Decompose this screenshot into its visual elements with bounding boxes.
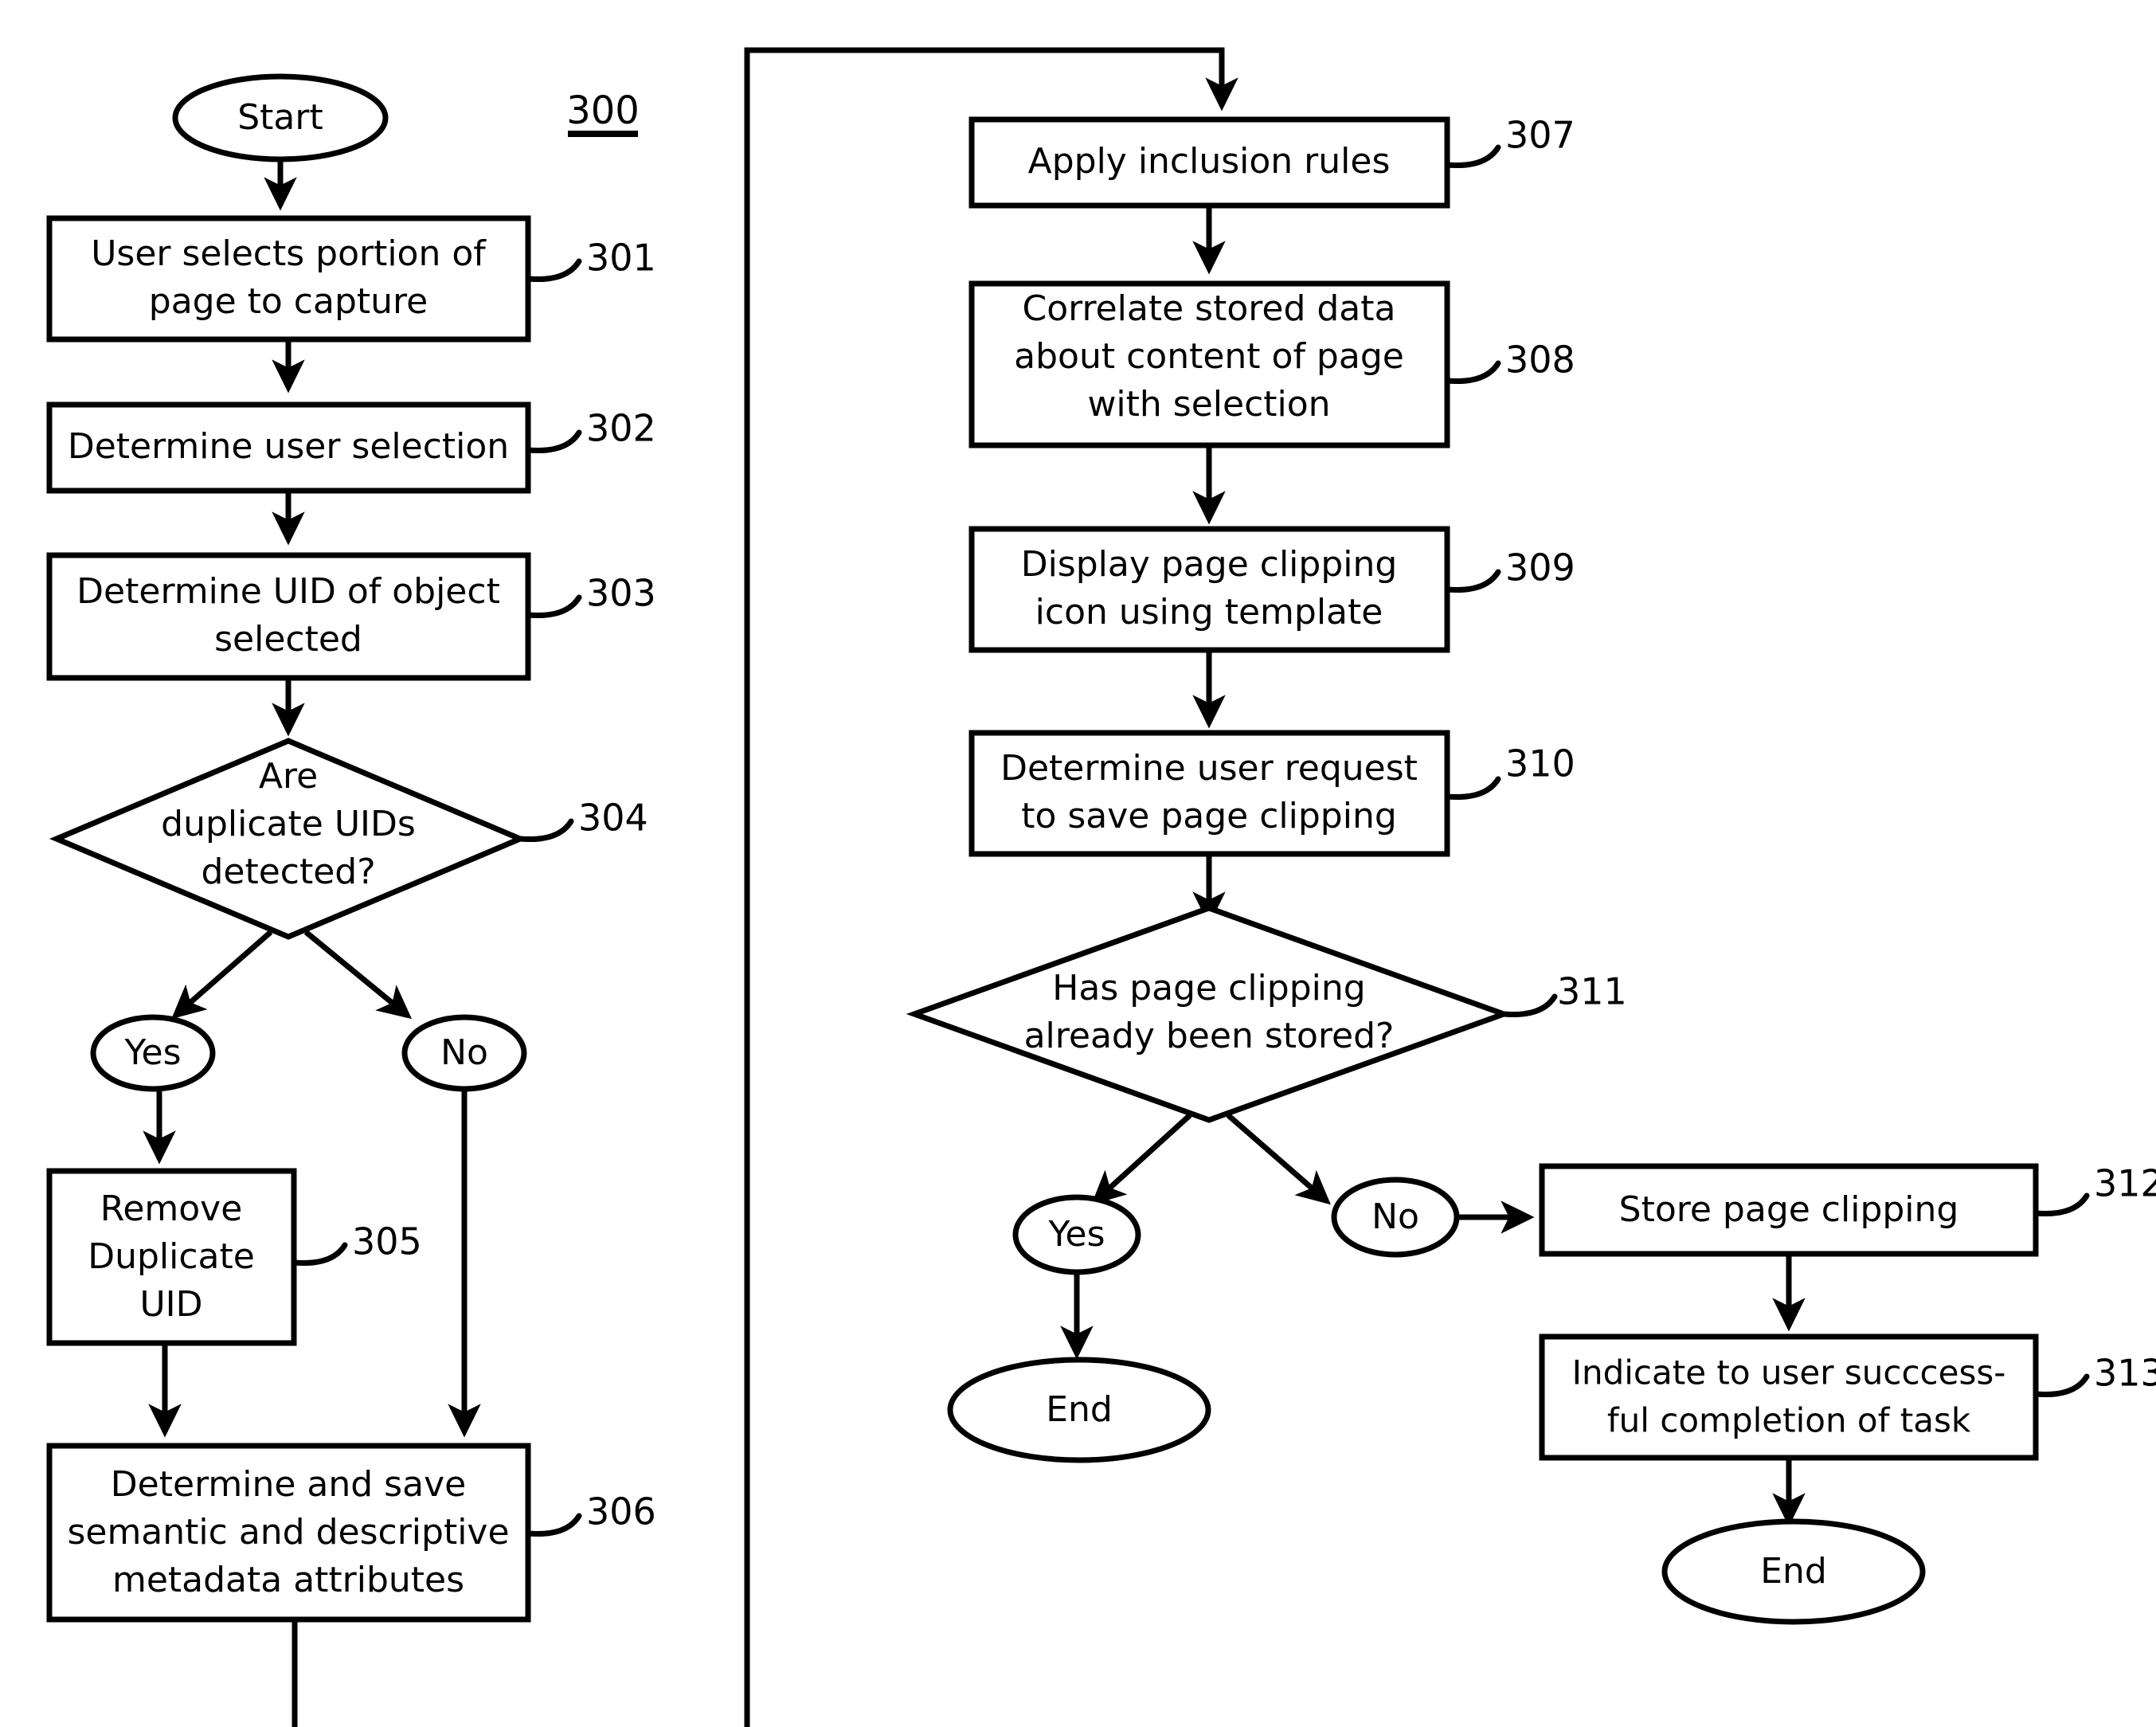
node-308-line-2: about content of page — [1014, 336, 1404, 377]
leader-305 — [291, 1242, 348, 1267]
ref-label-312: 312 — [2094, 1162, 2156, 1205]
leader-308 — [1444, 360, 1501, 385]
node-306-line-1: Determine and save — [111, 1464, 466, 1505]
leader-303 — [525, 594, 582, 619]
node-307: Apply inclusion rules — [968, 116, 1450, 209]
edge-311-to-no — [1226, 1113, 1331, 1205]
node-303: Determine UID of object selected — [46, 552, 531, 681]
node-307-line-1: Apply inclusion rules — [1028, 141, 1391, 182]
ref-label-310: 310 — [1505, 742, 1575, 785]
flowchart-canvas: Start User selects portion of page to ca… — [46, 47, 2156, 1727]
node-304: Are duplicate UIDs detected? — [49, 738, 527, 940]
node-310-line-1: Determine user request — [1000, 748, 1418, 789]
node-301-line-1: User selects portion of — [91, 233, 487, 274]
leader-313 — [2033, 1373, 2090, 1398]
node-305-line-2: Duplicate — [88, 1236, 255, 1277]
node-305-line-1: Remove — [100, 1189, 243, 1229]
leader-310 — [1444, 776, 1501, 801]
leader-312 — [2033, 1192, 2090, 1217]
leader-311 — [1501, 993, 1558, 1018]
node-301: User selects portion of page to capture — [46, 215, 531, 343]
edge-311-to-yes — [1091, 1113, 1192, 1205]
node-304-yes: Yes — [90, 1014, 216, 1092]
node-308-line-1: Correlate stored data — [1023, 288, 1396, 329]
node-end-right-label: End — [1760, 1551, 1827, 1592]
node-end-right: End — [1661, 1518, 1926, 1625]
leader-301 — [525, 258, 582, 283]
node-306: Determine and save semantic and descript… — [46, 1443, 531, 1623]
ref-label-311: 311 — [1557, 970, 1627, 1013]
node-311-no-label: No — [1371, 1196, 1419, 1237]
ref-label-306: 306 — [586, 1490, 656, 1533]
ref-label-307: 307 — [1505, 114, 1575, 157]
node-304-no-label: No — [440, 1032, 488, 1073]
node-313-line-1: Indicate to user succcess- — [1572, 1353, 2006, 1392]
node-312: Store page clipping — [1539, 1163, 2039, 1257]
node-304-line-3: detected? — [201, 852, 375, 892]
node-end-left-label: End — [1046, 1389, 1113, 1430]
node-311-yes: Yes — [1012, 1194, 1141, 1275]
ref-label-313: 313 — [2094, 1352, 2156, 1395]
node-311-line-1: Has page clipping — [1052, 968, 1365, 1008]
ref-label-301: 301 — [586, 237, 656, 280]
leader-309 — [1444, 569, 1501, 593]
node-311-line-2: already been stored? — [1024, 1016, 1395, 1056]
figure-number: 300 — [566, 88, 640, 137]
node-308: Correlate stored data about content of p… — [968, 280, 1450, 448]
node-304-yes-label: Yes — [123, 1032, 181, 1073]
node-313: Indicate to user succcess- ful completio… — [1539, 1333, 2039, 1461]
node-312-line-1: Store page clipping — [1619, 1189, 1959, 1230]
node-305-line-3: UID — [139, 1284, 202, 1325]
leader-304 — [517, 818, 574, 843]
ref-label-302: 302 — [586, 407, 656, 450]
node-304-no: No — [401, 1014, 527, 1092]
node-302-line-1: Determine user selection — [68, 426, 509, 467]
figure-number-text: 300 — [566, 88, 640, 133]
node-310: Determine user request to save page clip… — [968, 730, 1450, 857]
node-309-line-2: icon using template — [1035, 592, 1383, 632]
ref-label-303: 303 — [586, 572, 656, 615]
node-309-line-1: Display page clipping — [1021, 544, 1398, 585]
edge-304-to-no — [303, 930, 413, 1020]
edge-304-to-yes — [171, 930, 273, 1020]
node-304-line-2: duplicate UIDs — [161, 804, 416, 844]
node-start-label: Start — [237, 97, 323, 138]
node-311-yes-label: Yes — [1047, 1214, 1105, 1255]
node-302: Determine user selection — [46, 401, 531, 494]
node-313-line-2: ful completion of task — [1607, 1401, 1971, 1440]
node-306-line-3: metadata attributes — [112, 1560, 464, 1600]
node-303-line-2: selected — [214, 619, 362, 660]
node-end-left: End — [947, 1357, 1211, 1463]
node-311: Has page clipping already been stored? — [906, 905, 1512, 1123]
ref-label-308: 308 — [1505, 339, 1575, 382]
node-308-line-3: with selection — [1087, 384, 1330, 425]
leader-306 — [525, 1513, 582, 1537]
node-303-line-1: Determine UID of object — [76, 571, 500, 612]
node-305: Remove Duplicate UID — [46, 1168, 297, 1346]
node-start: Start — [172, 73, 389, 163]
flowchart-figure: Start User selects portion of page to ca… — [0, 0, 2156, 1727]
ref-label-304: 304 — [578, 797, 648, 840]
node-311-no: No — [1331, 1177, 1460, 1258]
leader-307 — [1444, 144, 1501, 169]
node-306-line-2: semantic and descriptive — [67, 1512, 509, 1553]
ref-label-305: 305 — [352, 1220, 422, 1263]
ref-label-309: 309 — [1505, 546, 1575, 589]
node-304-line-1: Are — [259, 756, 318, 797]
leader-302 — [525, 429, 582, 454]
node-309: Display page clipping icon using templat… — [968, 526, 1450, 653]
node-310-line-2: to save page clipping — [1021, 796, 1397, 836]
node-301-line-2: page to capture — [149, 281, 428, 322]
